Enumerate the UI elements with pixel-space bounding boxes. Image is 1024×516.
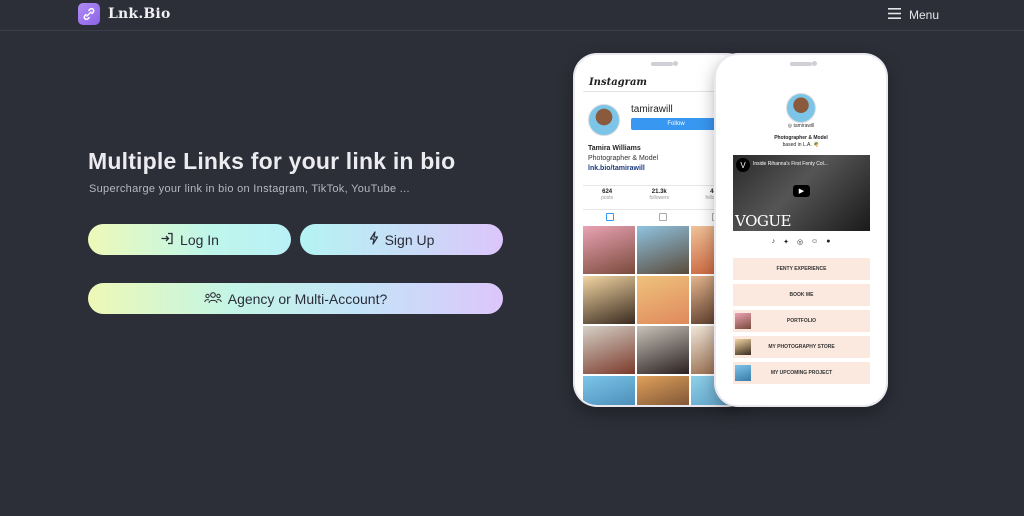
signup-label: Sign Up xyxy=(384,231,435,248)
video-embed: V Inside Rihanna's First Fenty Col... ▶ … xyxy=(733,155,870,231)
snapchat-icon: ☺ xyxy=(811,238,819,245)
twitter-icon: ✦ xyxy=(783,239,789,246)
profile-bio: Photographer & Model xyxy=(588,155,659,162)
link-thumbnail xyxy=(735,313,751,329)
avatar xyxy=(588,104,620,136)
link-item: PORTFOLIO xyxy=(733,310,870,332)
hamburger-icon xyxy=(887,6,901,24)
link-label: MY UPCOMING PROJECT xyxy=(770,370,833,376)
link-logo-icon xyxy=(78,3,100,25)
link-item: MY PHOTOGRAPHY STORE xyxy=(733,336,870,358)
grid-icon xyxy=(605,212,614,221)
video-brand: VOGUE xyxy=(735,212,791,230)
brand-link[interactable]: Lnk.Bio xyxy=(78,3,171,25)
photo-thumbnail xyxy=(637,226,689,274)
link-label: FENTY EXPERIENCE xyxy=(776,266,827,272)
profile-link: lnk.bio/tamirawill xyxy=(588,165,645,172)
social-icons: ♪ ✦ ◎ ☺ ● xyxy=(716,238,886,246)
photo-thumbnail xyxy=(637,276,689,324)
login-button[interactable]: Log In xyxy=(88,224,291,255)
photo-thumbnail xyxy=(583,276,635,324)
play-icon: ▶ xyxy=(793,185,810,197)
patreon-icon: ● xyxy=(826,238,831,245)
phone-camera xyxy=(673,61,678,66)
agency-label: Agency or Multi-Account? xyxy=(227,290,388,307)
follow-button: Follow xyxy=(631,118,721,130)
photo-thumbnail xyxy=(583,326,635,374)
lightning-icon xyxy=(369,231,379,248)
stat-label: posts xyxy=(601,195,614,201)
link-label: BOOK ME xyxy=(789,292,814,298)
phone-camera xyxy=(812,61,817,66)
profile-handle: ◎ tamirawill xyxy=(716,123,886,129)
photo-thumbnail xyxy=(637,326,689,374)
profile-username: tamirawill xyxy=(631,104,673,115)
stat-followers: 21.3k followers xyxy=(649,189,669,201)
avatar xyxy=(786,93,816,123)
photo-thumbnail xyxy=(583,226,635,274)
photo-thumbnail xyxy=(637,376,689,405)
login-label: Log In xyxy=(180,231,219,248)
link-item: FENTY EXPERIENCE xyxy=(733,258,870,280)
brand-name: Lnk.Bio xyxy=(108,6,171,22)
profile-bio-line: based in L.A. 🌴 xyxy=(782,142,820,148)
link-item: BOOK ME xyxy=(733,284,870,306)
lnkbio-phone-mockup: ◎ tamirawill Photographer & Model based … xyxy=(716,55,886,405)
link-label: MY PHOTOGRAPHY STORE xyxy=(768,344,835,350)
link-thumbnail xyxy=(735,339,751,355)
video-title: Inside Rihanna's First Fenty Col... xyxy=(753,161,828,167)
menu-button[interactable]: Menu xyxy=(887,6,939,24)
link-list: FENTY EXPERIENCE BOOK ME PORTFOLIO MY PH… xyxy=(733,258,870,388)
link-label: PORTFOLIO xyxy=(786,318,817,324)
hero-subtitle: Supercharge your link in bio on Instagra… xyxy=(89,183,410,195)
top-navbar: Lnk.Bio Menu xyxy=(0,0,1024,31)
phone-icon xyxy=(658,212,667,221)
link-item: MY UPCOMING PROJECT xyxy=(733,362,870,384)
agency-button[interactable]: Agency or Multi-Account? xyxy=(88,283,503,314)
profile-full-name: Tamira Williams xyxy=(588,145,641,152)
profile-bio-line: Photographer & Model xyxy=(774,135,828,141)
stat-posts: 624 posts xyxy=(601,189,613,201)
signup-button[interactable]: Sign Up xyxy=(300,224,503,255)
vogue-channel-icon: V xyxy=(736,158,750,172)
hero-title: Multiple Links for your link in bio xyxy=(88,148,456,174)
phone-speaker xyxy=(790,62,812,66)
instagram-icon: ◎ xyxy=(796,239,804,246)
link-thumbnail xyxy=(735,365,751,381)
login-icon xyxy=(160,232,174,248)
menu-label: Menu xyxy=(908,8,939,22)
stat-label: followers xyxy=(649,195,670,201)
phone-speaker xyxy=(651,62,673,66)
handle-text: tamirawill xyxy=(793,123,815,129)
instagram-logo: Instagram xyxy=(589,77,647,88)
users-icon xyxy=(204,291,222,307)
tiktok-icon: ♪ xyxy=(771,238,776,245)
photo-thumbnail xyxy=(583,376,635,405)
